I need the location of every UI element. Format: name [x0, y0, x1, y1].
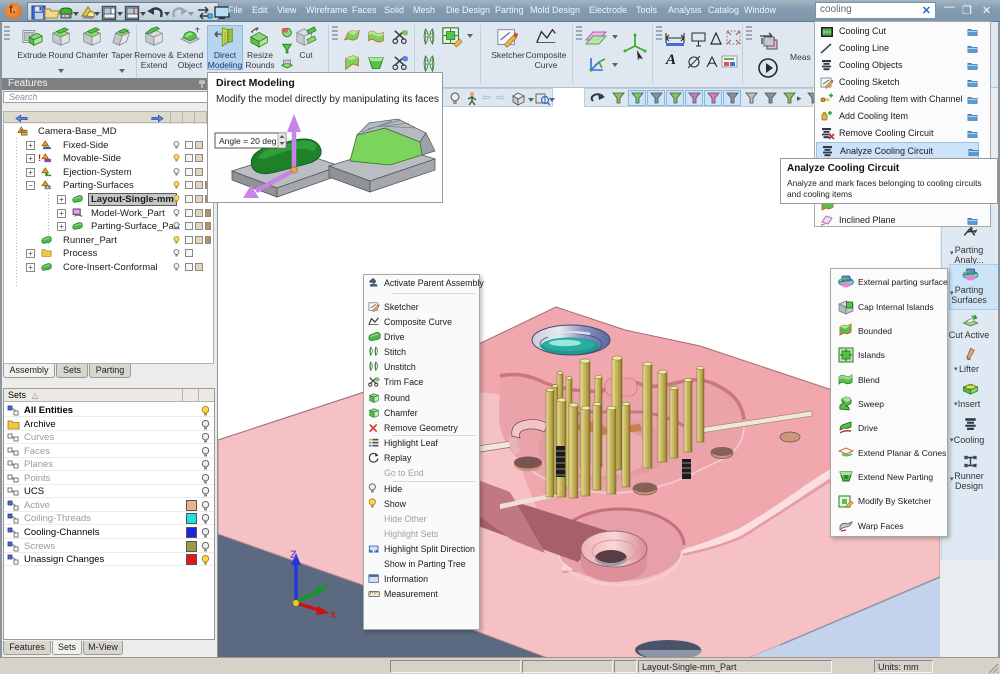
svg-text:Angle = 20 deg: Angle = 20 deg: [219, 136, 277, 146]
svg-text:Z: Z: [290, 549, 297, 561]
svg-text:X: X: [330, 610, 336, 620]
